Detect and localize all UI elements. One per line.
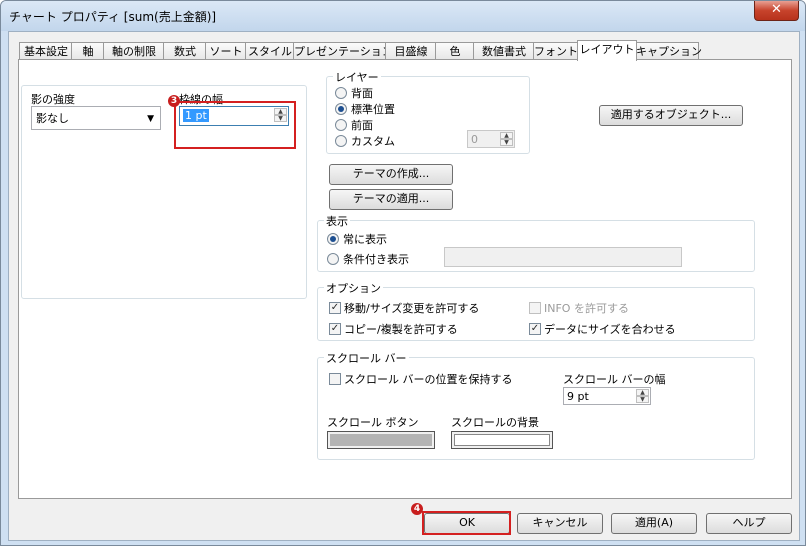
allow-copy-label: コピー/複製を許可する bbox=[344, 323, 458, 336]
close-button[interactable]: ✕ bbox=[754, 1, 799, 21]
layer-back-radio[interactable] bbox=[335, 87, 347, 99]
scroll-button-color-fill bbox=[330, 434, 432, 446]
fit-to-data-label: データにサイズを合わせる bbox=[544, 323, 676, 336]
scrollbar-group: スクロール バー スクロール バーの位置を保持する スクロール バーの幅 9 p… bbox=[317, 350, 755, 460]
options-group: オプション ✓ 移動/サイズ変更を許可する INFO を許可する ✓ コピー/複… bbox=[317, 280, 755, 341]
apply-button[interactable]: 適用(A) bbox=[611, 513, 697, 534]
layer-custom-value: 0 bbox=[471, 133, 478, 146]
scrollbar-width-label: スクロール バーの幅 bbox=[563, 373, 666, 386]
tab-style[interactable]: スタイル bbox=[245, 42, 295, 60]
allow-copy-checkbox[interactable]: ✓ bbox=[329, 323, 341, 335]
apply-to-objects-button[interactable]: 適用するオブジェクト... bbox=[599, 105, 743, 126]
keep-scroll-position-checkbox[interactable] bbox=[329, 373, 341, 385]
apply-theme-button[interactable]: テーマの適用... bbox=[329, 189, 453, 210]
layer-normal-label: 標準位置 bbox=[351, 103, 395, 116]
display-conditional-radio[interactable] bbox=[327, 253, 339, 265]
display-condition-input[interactable] bbox=[444, 247, 682, 267]
allow-move-resize-label: 移動/サイズ変更を許可する bbox=[344, 302, 480, 315]
tab-gridlines[interactable]: 目盛線 bbox=[385, 42, 437, 60]
display-always-label: 常に表示 bbox=[343, 233, 387, 246]
scrollbar-width-spinner[interactable]: ▲ ▼ bbox=[636, 389, 649, 403]
tab-sort[interactable]: ソート bbox=[205, 42, 247, 60]
scroll-background-color-fill bbox=[454, 434, 550, 446]
layer-group: レイヤー 背面 標準位置 前面 カスタム 0 ▲ ▼ bbox=[326, 69, 530, 154]
scroll-button-color-swatch[interactable] bbox=[327, 431, 435, 449]
shadow-label: 影の強度 bbox=[31, 93, 75, 106]
layer-custom-label: カスタム bbox=[351, 135, 395, 148]
allow-info-label: INFO を許可する bbox=[544, 302, 629, 315]
layer-front-radio[interactable] bbox=[335, 119, 347, 131]
tab-general[interactable]: 基本設定 bbox=[19, 42, 73, 60]
tab-expressions[interactable]: 数式 bbox=[163, 42, 207, 60]
display-legend: 表示 bbox=[324, 213, 350, 229]
tab-axis-limits[interactable]: 軸の制限 bbox=[103, 42, 165, 60]
help-button[interactable]: ヘルプ bbox=[706, 513, 792, 534]
layer-front-label: 前面 bbox=[351, 119, 373, 132]
layer-normal-radio[interactable] bbox=[335, 103, 347, 115]
step-marker-4: 4 bbox=[411, 503, 423, 515]
scrollbar-width-value: 9 pt bbox=[567, 390, 589, 403]
layer-legend: レイヤー bbox=[333, 69, 381, 85]
layer-back-label: 背面 bbox=[351, 87, 373, 100]
scroll-background-color-label: スクロールの背景 bbox=[451, 416, 539, 429]
tab-presentation[interactable]: プレゼンテーション bbox=[293, 42, 393, 60]
tab-number-format[interactable]: 数値書式 bbox=[473, 42, 535, 60]
allow-info-checkbox[interactable] bbox=[529, 302, 541, 314]
shadow-value: 影なし bbox=[36, 112, 69, 125]
tab-caption[interactable]: キャプション bbox=[635, 42, 702, 60]
tab-font[interactable]: フォント bbox=[533, 42, 579, 60]
keep-scroll-position-label: スクロール バーの位置を保持する bbox=[344, 373, 513, 386]
layer-custom-spinner[interactable]: ▲ ▼ bbox=[500, 132, 513, 146]
display-group: 表示 常に表示 条件付き表示 bbox=[317, 213, 755, 272]
display-always-radio[interactable] bbox=[327, 233, 339, 245]
tab-layout[interactable]: レイアウト bbox=[577, 40, 637, 61]
properties-window: チャート プロパティ [sum(売上金額)] ✕ 基本設定 軸 軸の制限 数式 … bbox=[0, 0, 806, 546]
shadow-dropdown[interactable]: 影なし ▼ bbox=[31, 106, 161, 130]
scrollbar-width-input[interactable]: 9 pt ▲ ▼ bbox=[563, 387, 651, 405]
step-marker-3: 3 bbox=[168, 95, 180, 107]
tab-colors[interactable]: 色 bbox=[435, 42, 475, 60]
layer-custom-radio[interactable] bbox=[335, 135, 347, 147]
options-legend: オプション bbox=[324, 280, 383, 296]
scroll-button-color-label: スクロール ボタン bbox=[327, 416, 419, 429]
chevron-down-icon: ▼ bbox=[147, 114, 154, 124]
fit-to-data-checkbox[interactable]: ✓ bbox=[529, 323, 541, 335]
tab-axis[interactable]: 軸 bbox=[71, 42, 105, 60]
scroll-background-color-swatch[interactable] bbox=[451, 431, 553, 449]
title-bar[interactable]: チャート プロパティ [sum(売上金額)] ✕ bbox=[1, 1, 805, 31]
display-conditional-label: 条件付き表示 bbox=[343, 253, 409, 266]
layout-tab-panel: 影の強度 影なし ▼ 枠線の幅 1 pt ▲▼ 3 レイヤー 背面 標準位置 bbox=[18, 59, 792, 499]
highlight-border-width bbox=[174, 101, 296, 149]
highlight-ok-button bbox=[422, 511, 511, 535]
cancel-button[interactable]: キャンセル bbox=[517, 513, 603, 534]
dialog-client-area: 基本設定 軸 軸の制限 数式 ソート スタイル プレゼンテーション 目盛線 色 … bbox=[8, 31, 800, 541]
allow-move-resize-checkbox[interactable]: ✓ bbox=[329, 302, 341, 314]
layer-custom-input[interactable]: 0 ▲ ▼ bbox=[467, 130, 515, 148]
scrollbar-legend: スクロール バー bbox=[324, 350, 409, 366]
window-title: チャート プロパティ [sum(売上金額)] bbox=[9, 10, 217, 24]
create-theme-button[interactable]: テーマの作成... bbox=[329, 164, 453, 185]
